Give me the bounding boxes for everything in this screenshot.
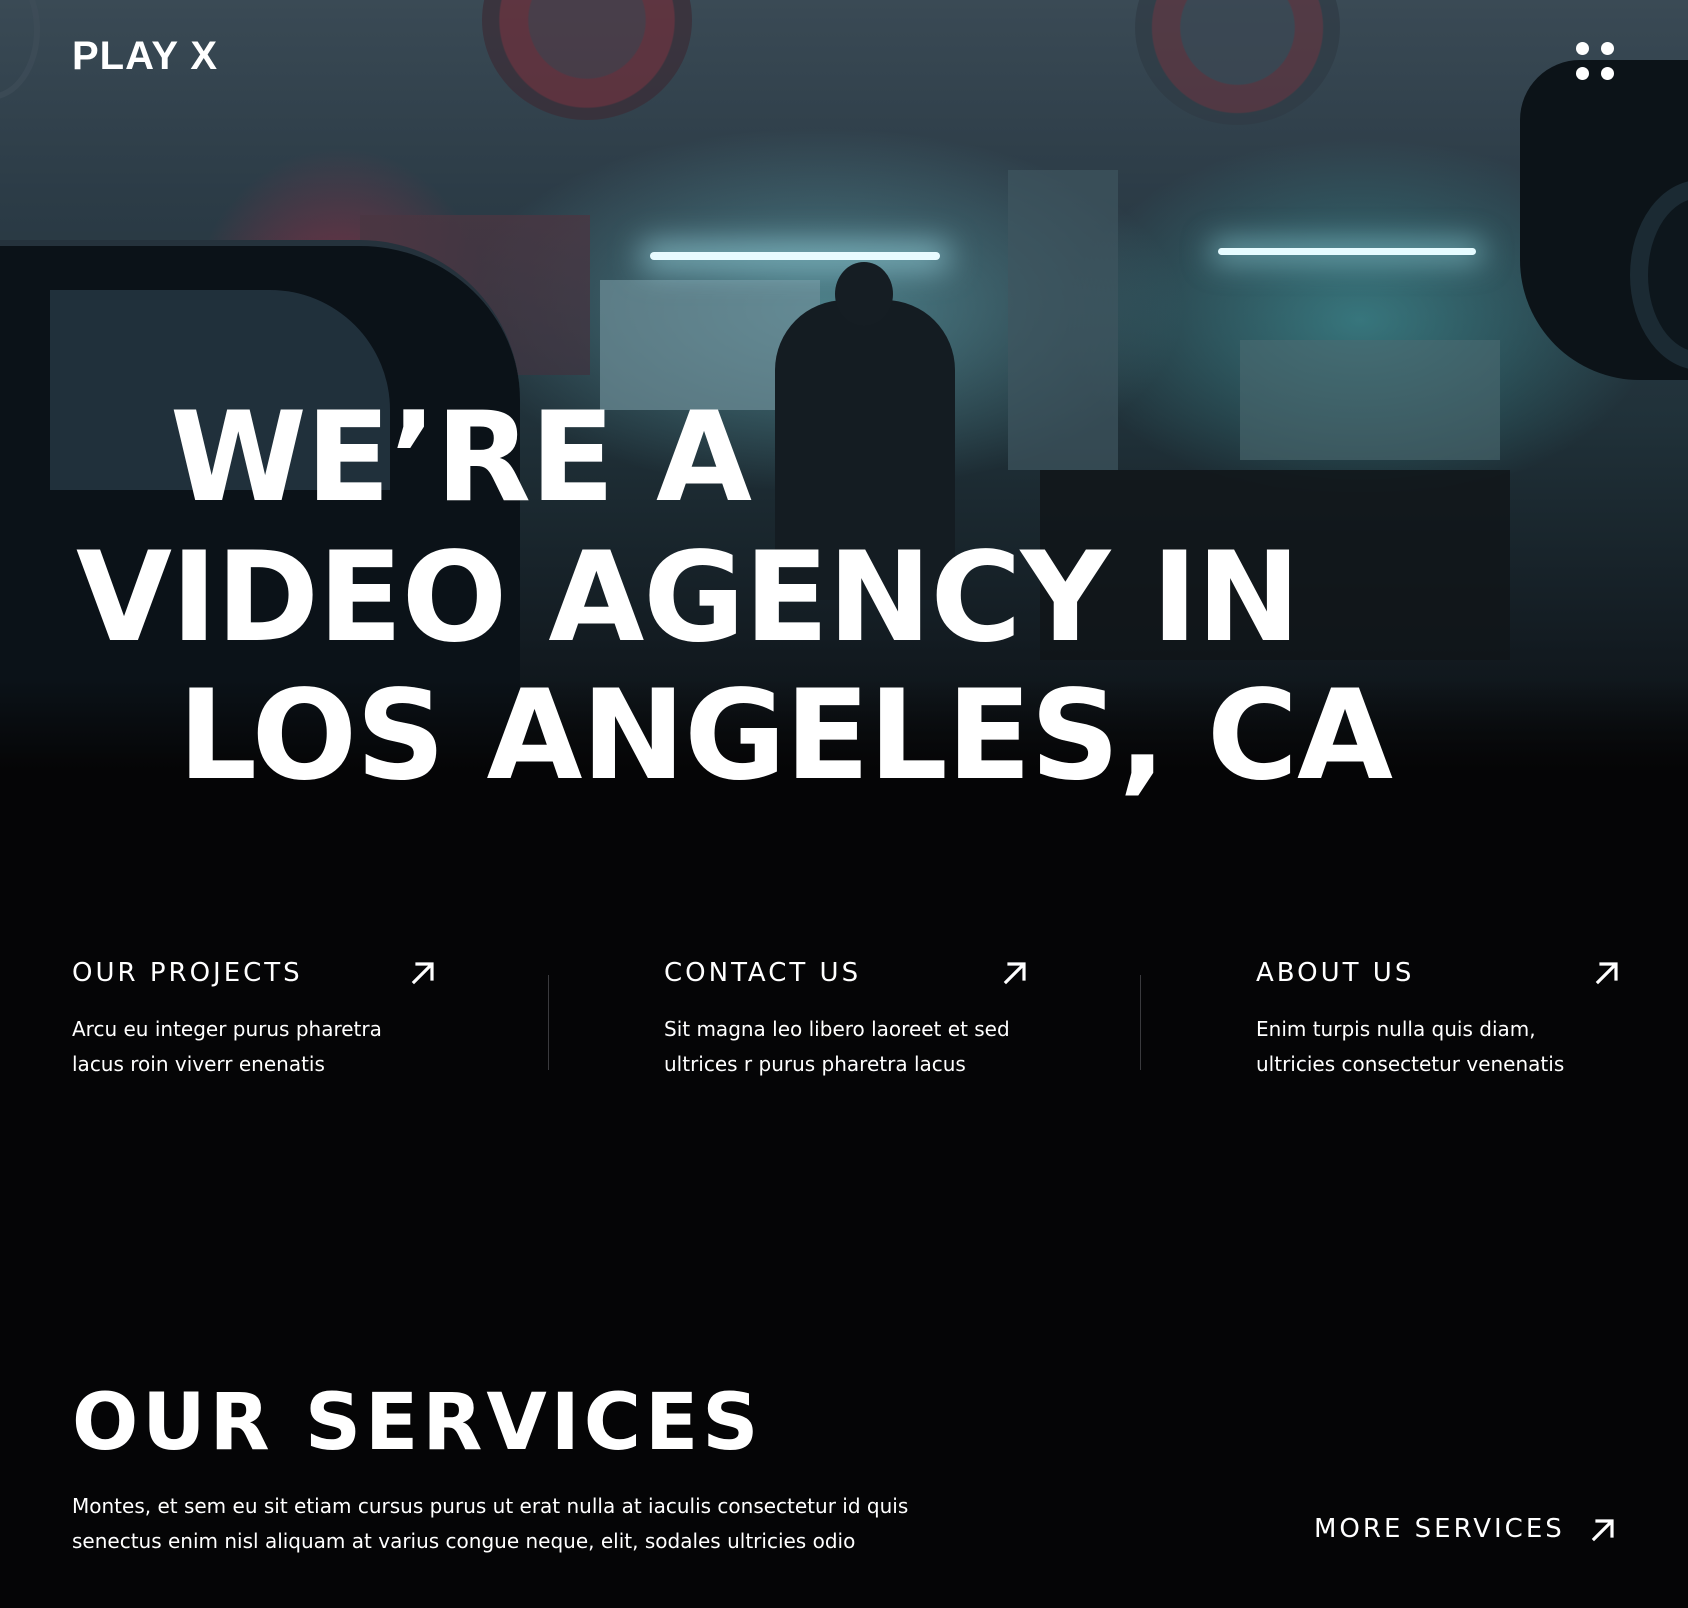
services-description: Montes, et sem eu sit etiam cursus purus… <box>72 1489 922 1559</box>
services-description-line-2: senectus enim nisl aliquam at varius con… <box>72 1529 856 1553</box>
logo[interactable]: PLAY X <box>72 36 218 76</box>
card-description-line-2: ultrices r purus pharetra lacus <box>664 1052 966 1076</box>
card-title[interactable]: ABOUT US <box>1256 960 1688 986</box>
menu-button[interactable] <box>1576 42 1622 88</box>
services-heading: OUR SERVICES <box>72 1378 763 1468</box>
arrow-up-right-icon[interactable] <box>1592 958 1622 988</box>
card-title[interactable]: CONTACT US <box>664 960 1134 986</box>
divider <box>1140 975 1141 1070</box>
back-workbench <box>1240 340 1500 460</box>
card-description-line-1: Arcu eu integer purus pharetra <box>72 1017 382 1041</box>
card-description: Enim turpis nulla quis diam, ultricies c… <box>1256 1012 1656 1082</box>
worker-head <box>835 262 893 326</box>
arrow-up-right-icon[interactable] <box>1588 1515 1618 1545</box>
card-description: Sit magna leo libero laoreet et sed ultr… <box>664 1012 1064 1082</box>
arrow-up-right-icon[interactable] <box>1000 958 1030 988</box>
wall-sign-right <box>1135 0 1340 125</box>
card-description-line-2: lacus roin viverr enenatis <box>72 1052 325 1076</box>
arrow-up-right-icon[interactable] <box>408 958 438 988</box>
ceiling-lamp-right <box>1218 248 1476 255</box>
services-description-line-1: Montes, et sem eu sit etiam cursus purus… <box>72 1494 909 1518</box>
hero-heading-line-2: VIDEO AGENCY IN <box>76 526 1300 670</box>
card-contact-us[interactable]: CONTACT US Sit magna leo libero laoreet … <box>664 960 1134 1082</box>
card-our-projects[interactable]: OUR PROJECTS Arcu eu integer purus phare… <box>72 960 542 1082</box>
tool-cabinet <box>1008 170 1118 470</box>
hero-heading-line-3: LOS ANGELES, CA <box>178 664 1393 808</box>
card-title[interactable]: OUR PROJECTS <box>72 960 542 986</box>
card-description-line-1: Enim turpis nulla quis diam, <box>1256 1017 1536 1041</box>
more-services-link[interactable]: MORE SERVICES <box>1314 1516 1565 1542</box>
divider <box>548 975 549 1070</box>
wall-sign-left <box>482 0 692 120</box>
card-description-line-2: ultricies consectetur venenatis <box>1256 1052 1565 1076</box>
card-about-us[interactable]: ABOUT US Enim turpis nulla quis diam, ul… <box>1256 960 1688 1082</box>
ceiling-lamp-left <box>650 252 940 260</box>
hero-heading-line-1: WE’RE A <box>170 386 752 530</box>
card-description: Arcu eu integer purus pharetra lacus roi… <box>72 1012 472 1082</box>
wall-sign-left-edge <box>0 0 40 100</box>
card-description-line-1: Sit magna leo libero laoreet et sed <box>664 1017 1010 1041</box>
